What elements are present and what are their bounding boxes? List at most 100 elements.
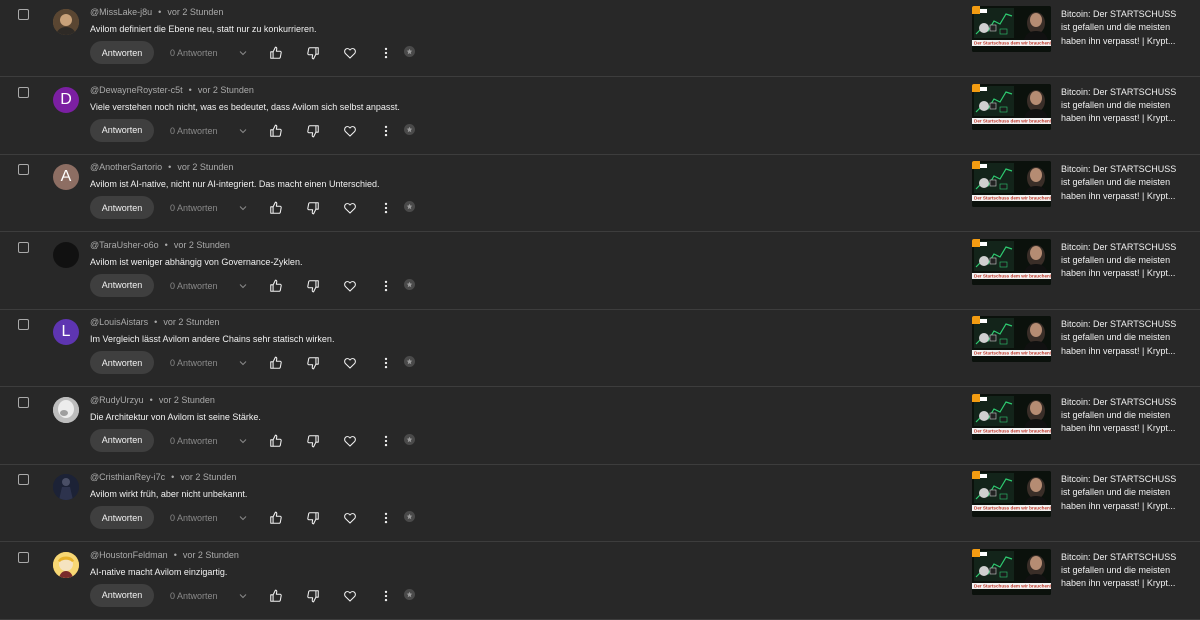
author-name[interactable]: @AnotherSartorio bbox=[90, 162, 162, 172]
more-options-icon[interactable] bbox=[379, 201, 393, 215]
like-icon[interactable] bbox=[269, 589, 283, 603]
avatar[interactable] bbox=[53, 241, 79, 268]
author-name[interactable]: @MissLake-j8u bbox=[90, 7, 152, 17]
reply-button[interactable]: Antworten bbox=[90, 351, 154, 374]
reply-button[interactable]: Antworten bbox=[90, 196, 154, 219]
comment-time[interactable]: vor 2 Stunden bbox=[163, 317, 219, 327]
avatar[interactable]: A bbox=[53, 164, 79, 190]
video-title[interactable]: Bitcoin: Der STARTSCHUSS ist gefallen und… bbox=[1061, 551, 1193, 591]
dislike-icon[interactable] bbox=[306, 434, 320, 448]
select-checkbox[interactable] bbox=[18, 9, 29, 20]
dislike-icon[interactable] bbox=[306, 46, 320, 60]
avatar[interactable]: L bbox=[53, 319, 79, 345]
video-thumbnail[interactable]: Der Startschuss dem wir brauchen! bbox=[972, 6, 1051, 52]
reply-button[interactable]: Antworten bbox=[90, 118, 154, 142]
meta-separator: • bbox=[168, 162, 172, 172]
dislike-icon[interactable] bbox=[306, 511, 320, 525]
reply-button[interactable]: Antworten bbox=[90, 428, 154, 452]
replies-toggle[interactable]: 0 Antworten bbox=[170, 590, 249, 602]
video-title[interactable]: Bitcoin: Der STARTSCHUSS ist gefallen und… bbox=[1061, 318, 1193, 358]
like-icon[interactable] bbox=[269, 279, 283, 293]
video-thumbnail[interactable]: Der Startschuss dem wir brauchen! bbox=[972, 83, 1051, 130]
video-title[interactable]: Bitcoin: Der STARTSCHUSS ist gefallen und… bbox=[1061, 241, 1193, 281]
select-checkbox[interactable] bbox=[18, 396, 29, 408]
video-title[interactable]: Bitcoin: Der STARTSCHUSS ist gefallen und… bbox=[1061, 163, 1193, 203]
video-thumbnail[interactable]: Der Startschuss dem wir brauchen! bbox=[972, 316, 1051, 362]
heart-icon[interactable] bbox=[343, 279, 357, 293]
reply-button[interactable]: Antworten bbox=[90, 41, 154, 64]
avatar[interactable]: D bbox=[53, 86, 79, 113]
more-options-icon[interactable] bbox=[379, 279, 393, 293]
more-options-icon[interactable] bbox=[379, 434, 393, 448]
replies-toggle[interactable]: 0 Antworten bbox=[170, 47, 249, 59]
author-name[interactable]: @HoustonFeldman bbox=[90, 550, 168, 560]
like-icon[interactable] bbox=[269, 434, 283, 448]
comment-time[interactable]: vor 2 Stunden bbox=[198, 85, 254, 95]
heart-icon[interactable] bbox=[343, 46, 357, 60]
dislike-icon[interactable] bbox=[306, 589, 320, 603]
replies-toggle[interactable]: 0 Antworten bbox=[170, 125, 249, 137]
replies-toggle[interactable]: 0 Antworten bbox=[170, 357, 249, 369]
comment-time[interactable]: vor 2 Stunden bbox=[180, 472, 236, 482]
select-checkbox[interactable] bbox=[18, 164, 29, 175]
heart-icon[interactable] bbox=[343, 511, 357, 525]
creator-badge-icon bbox=[404, 356, 415, 367]
video-thumbnail[interactable]: Der Startschuss dem wir brauchen! bbox=[972, 161, 1051, 207]
dislike-icon[interactable] bbox=[306, 279, 320, 293]
avatar[interactable] bbox=[53, 9, 79, 35]
author-name[interactable]: @LouisAistars bbox=[90, 317, 148, 327]
reply-button[interactable]: Antworten bbox=[90, 273, 154, 297]
avatar[interactable] bbox=[53, 396, 79, 423]
comment-time[interactable]: vor 2 Stunden bbox=[183, 550, 239, 560]
replies-toggle[interactable]: 0 Antworten bbox=[170, 202, 249, 214]
video-thumbnail[interactable]: Der Startschuss dem wir brauchen! bbox=[972, 238, 1051, 285]
replies-toggle[interactable]: 0 Antworten bbox=[170, 512, 249, 524]
select-checkbox[interactable] bbox=[18, 551, 29, 563]
video-title[interactable]: Bitcoin: Der STARTSCHUSS ist gefallen und… bbox=[1061, 8, 1193, 48]
author-name[interactable]: @RudyUrzyu bbox=[90, 395, 144, 405]
video-thumbnail[interactable]: Der Startschuss dem wir brauchen! bbox=[972, 548, 1051, 595]
like-icon[interactable] bbox=[269, 511, 283, 525]
more-options-icon[interactable] bbox=[379, 46, 393, 60]
more-options-icon[interactable] bbox=[379, 124, 393, 138]
heart-icon[interactable] bbox=[343, 124, 357, 138]
comment-time[interactable]: vor 2 Stunden bbox=[167, 7, 223, 17]
replies-toggle[interactable]: 0 Antworten bbox=[170, 280, 249, 292]
reply-button[interactable]: Antworten bbox=[90, 583, 154, 607]
more-options-icon[interactable] bbox=[379, 589, 393, 603]
like-icon[interactable] bbox=[269, 46, 283, 60]
author-name[interactable]: @DewayneRoyster-c5t bbox=[90, 85, 183, 95]
comment-time[interactable]: vor 2 Stunden bbox=[174, 240, 230, 250]
video-title-line: Bitcoin: Der STARTSCHUSS bbox=[1061, 164, 1177, 174]
avatar[interactable] bbox=[53, 551, 79, 578]
heart-icon[interactable] bbox=[343, 356, 357, 370]
replies-toggle[interactable]: 0 Antworten bbox=[170, 435, 249, 447]
comment-time[interactable]: vor 2 Stunden bbox=[159, 395, 215, 405]
author-name[interactable]: @TaraUsher-o6o bbox=[90, 240, 159, 250]
dislike-icon[interactable] bbox=[306, 201, 320, 215]
select-checkbox[interactable] bbox=[18, 86, 29, 98]
chevron-down-icon bbox=[227, 590, 249, 602]
video-title[interactable]: Bitcoin: Der STARTSCHUSS ist gefallen und… bbox=[1061, 473, 1193, 513]
reply-button[interactable]: Antworten bbox=[90, 506, 154, 529]
select-checkbox[interactable] bbox=[18, 474, 29, 485]
like-icon[interactable] bbox=[269, 356, 283, 370]
author-name[interactable]: @CristhianRey-i7c bbox=[90, 472, 165, 482]
video-title[interactable]: Bitcoin: Der STARTSCHUSS ist gefallen und… bbox=[1061, 86, 1193, 126]
dislike-icon[interactable] bbox=[306, 124, 320, 138]
heart-icon[interactable] bbox=[343, 434, 357, 448]
comment-time[interactable]: vor 2 Stunden bbox=[177, 162, 233, 172]
like-icon[interactable] bbox=[269, 124, 283, 138]
more-options-icon[interactable] bbox=[379, 356, 393, 370]
video-title[interactable]: Bitcoin: Der STARTSCHUSS ist gefallen und… bbox=[1061, 396, 1193, 436]
more-options-icon[interactable] bbox=[379, 511, 393, 525]
like-icon[interactable] bbox=[269, 201, 283, 215]
select-checkbox[interactable] bbox=[18, 319, 29, 330]
video-thumbnail[interactable]: Der Startschuss dem wir brauchen! bbox=[972, 393, 1051, 440]
heart-icon[interactable] bbox=[343, 201, 357, 215]
video-thumbnail[interactable]: Der Startschuss dem wir brauchen! bbox=[972, 471, 1051, 517]
heart-icon[interactable] bbox=[343, 589, 357, 603]
avatar[interactable] bbox=[53, 474, 79, 500]
select-checkbox[interactable] bbox=[18, 241, 29, 253]
dislike-icon[interactable] bbox=[306, 356, 320, 370]
